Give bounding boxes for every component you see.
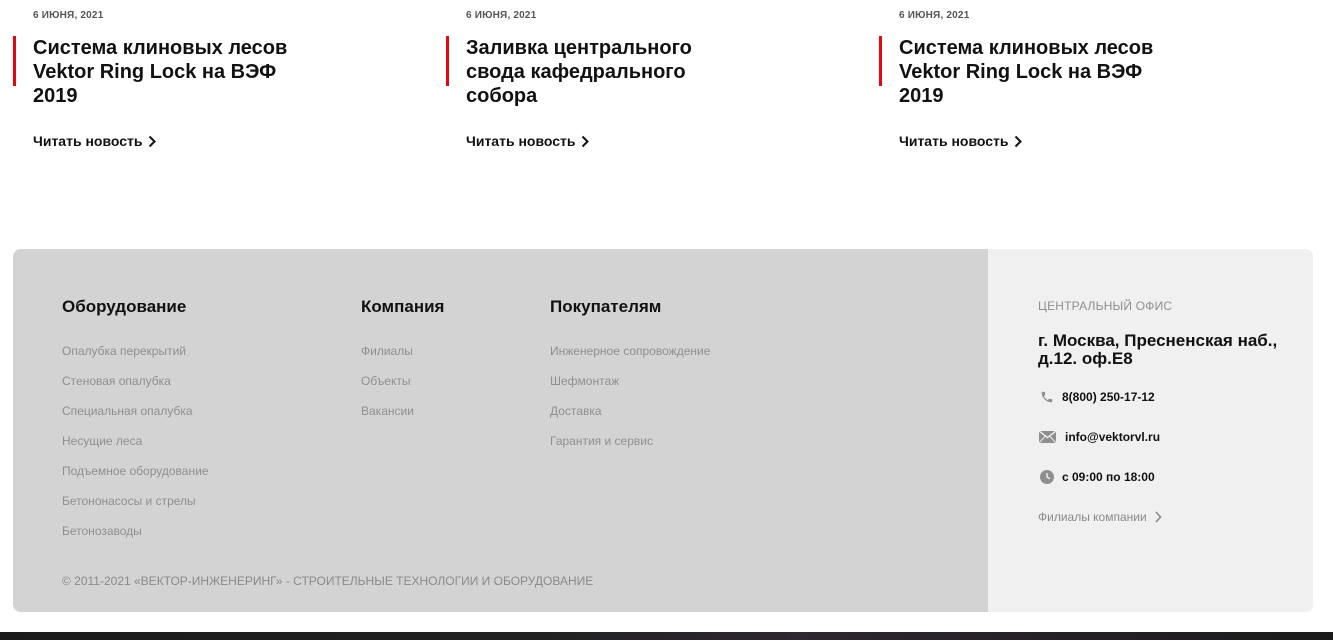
read-news-label: Читать новость <box>33 133 143 149</box>
chevron-right-icon <box>1015 135 1023 147</box>
email-contact[interactable]: info@vektorvl.ru <box>1038 428 1160 445</box>
chevron-right-icon <box>149 135 157 147</box>
working-hours: с 09:00 по 18:00 <box>1062 469 1155 484</box>
footer-link-item[interactable]: Филиалы <box>361 343 444 373</box>
footer-link-item[interactable]: Инженерное сопровождение <box>550 343 710 373</box>
footer-link-item[interactable]: Бетононасосы и стрелы <box>62 493 208 523</box>
read-news-label: Читать новость <box>466 133 576 149</box>
footer-link-item[interactable]: Шефмонтаж <box>550 373 710 403</box>
footer-link-item[interactable]: Бетонозаводы <box>62 523 208 553</box>
footer-column-customers: Покупателям Инженерное сопровождение Шеф… <box>550 297 710 463</box>
site-footer: Оборудование Опалубка перекрытий Стенова… <box>13 249 1313 612</box>
accent-bar <box>13 36 16 86</box>
footer-link-item[interactable]: Вакансии <box>361 403 444 433</box>
office-label: ЦЕНТРАЛЬНЫЙ ОФИС <box>1038 299 1173 313</box>
copyright-text: © 2011-2021 «ВЕКТОР-ИНЖЕНЕРИНГ» - СТРОИТ… <box>62 574 594 588</box>
footer-link[interactable]: Вакансии <box>361 404 414 418</box>
footer-link-item[interactable]: Несущие леса <box>62 433 208 463</box>
news-title[interactable]: Заливка центрального свода кафедрального… <box>466 36 756 108</box>
footer-links-panel: Оборудование Опалубка перекрытий Стенова… <box>13 249 988 612</box>
footer-link[interactable]: Специальная опалубка <box>62 404 193 418</box>
clock-icon <box>1038 468 1055 485</box>
news-date: 6 июня, 2021 <box>33 10 104 21</box>
footer-link[interactable]: Инженерное сопровождение <box>550 344 710 358</box>
footer-column-heading[interactable]: Компания <box>361 297 444 317</box>
phone-contact[interactable]: 8(800) 250-17-12 <box>1038 388 1155 405</box>
branches-link-label: Филиалы компании <box>1038 510 1147 524</box>
news-section: 6 июня, 2021 Система клиновых лесов Vekt… <box>0 0 1333 200</box>
chevron-right-icon <box>582 135 590 147</box>
central-office-panel: ЦЕНТРАЛЬНЫЙ ОФИС г. Москва, Пресненская … <box>988 249 1313 612</box>
read-news-link[interactable]: Читать новость <box>899 133 1023 149</box>
envelope-icon <box>1038 428 1056 445</box>
footer-link[interactable]: Доставка <box>550 404 602 418</box>
footer-link[interactable]: Несущие леса <box>62 434 142 448</box>
footer-column-heading[interactable]: Оборудование <box>62 297 208 317</box>
footer-link-item[interactable]: Объекты <box>361 373 444 403</box>
accent-bar <box>879 36 882 86</box>
phone-number[interactable]: 8(800) 250-17-12 <box>1062 390 1155 404</box>
page-bottom-strip <box>0 632 1333 640</box>
footer-link-item[interactable]: Подъемное оборудование <box>62 463 208 493</box>
footer-link[interactable]: Гарантия и сервис <box>550 434 653 448</box>
hours-contact: с 09:00 по 18:00 <box>1038 468 1155 485</box>
office-address: г. Москва, Пресненская наб., д.12. оф.Е8 <box>1038 331 1278 368</box>
footer-link-item[interactable]: Гарантия и сервис <box>550 433 710 463</box>
footer-column-equipment: Оборудование Опалубка перекрытий Стенова… <box>62 297 208 553</box>
footer-link-item[interactable]: Стеновая опалубка <box>62 373 208 403</box>
news-date: 6 июня, 2021 <box>466 10 537 21</box>
footer-link[interactable]: Шефмонтаж <box>550 374 619 388</box>
footer-link[interactable]: Бетононасосы и стрелы <box>62 494 196 508</box>
read-news-link[interactable]: Читать новость <box>33 133 157 149</box>
footer-column-company: Компания Филиалы Объекты Вакансии <box>361 297 444 433</box>
email-address[interactable]: info@vektorvl.ru <box>1065 430 1160 444</box>
read-news-label: Читать новость <box>899 133 1009 149</box>
news-date: 6 июня, 2021 <box>899 10 970 21</box>
footer-column-heading[interactable]: Покупателям <box>550 297 710 317</box>
footer-link[interactable]: Стеновая опалубка <box>62 374 171 388</box>
footer-link[interactable]: Подъемное оборудование <box>62 464 208 478</box>
footer-link[interactable]: Бетонозаводы <box>62 524 142 538</box>
news-title[interactable]: Система клиновых лесов Vektor Ring Lock … <box>899 36 1189 108</box>
news-title[interactable]: Система клиновых лесов Vektor Ring Lock … <box>33 36 323 108</box>
footer-link-item[interactable]: Специальная опалубка <box>62 403 208 433</box>
footer-link[interactable]: Опалубка перекрытий <box>62 344 186 358</box>
branches-link[interactable]: Филиалы компании <box>1038 510 1162 524</box>
footer-link[interactable]: Филиалы <box>361 344 413 358</box>
footer-link-item[interactable]: Доставка <box>550 403 710 433</box>
accent-bar <box>446 36 449 86</box>
read-news-link[interactable]: Читать новость <box>466 133 590 149</box>
chevron-right-icon <box>1155 511 1162 523</box>
footer-link[interactable]: Объекты <box>361 374 411 388</box>
phone-icon <box>1038 388 1055 405</box>
footer-link-item[interactable]: Опалубка перекрытий <box>62 343 208 373</box>
